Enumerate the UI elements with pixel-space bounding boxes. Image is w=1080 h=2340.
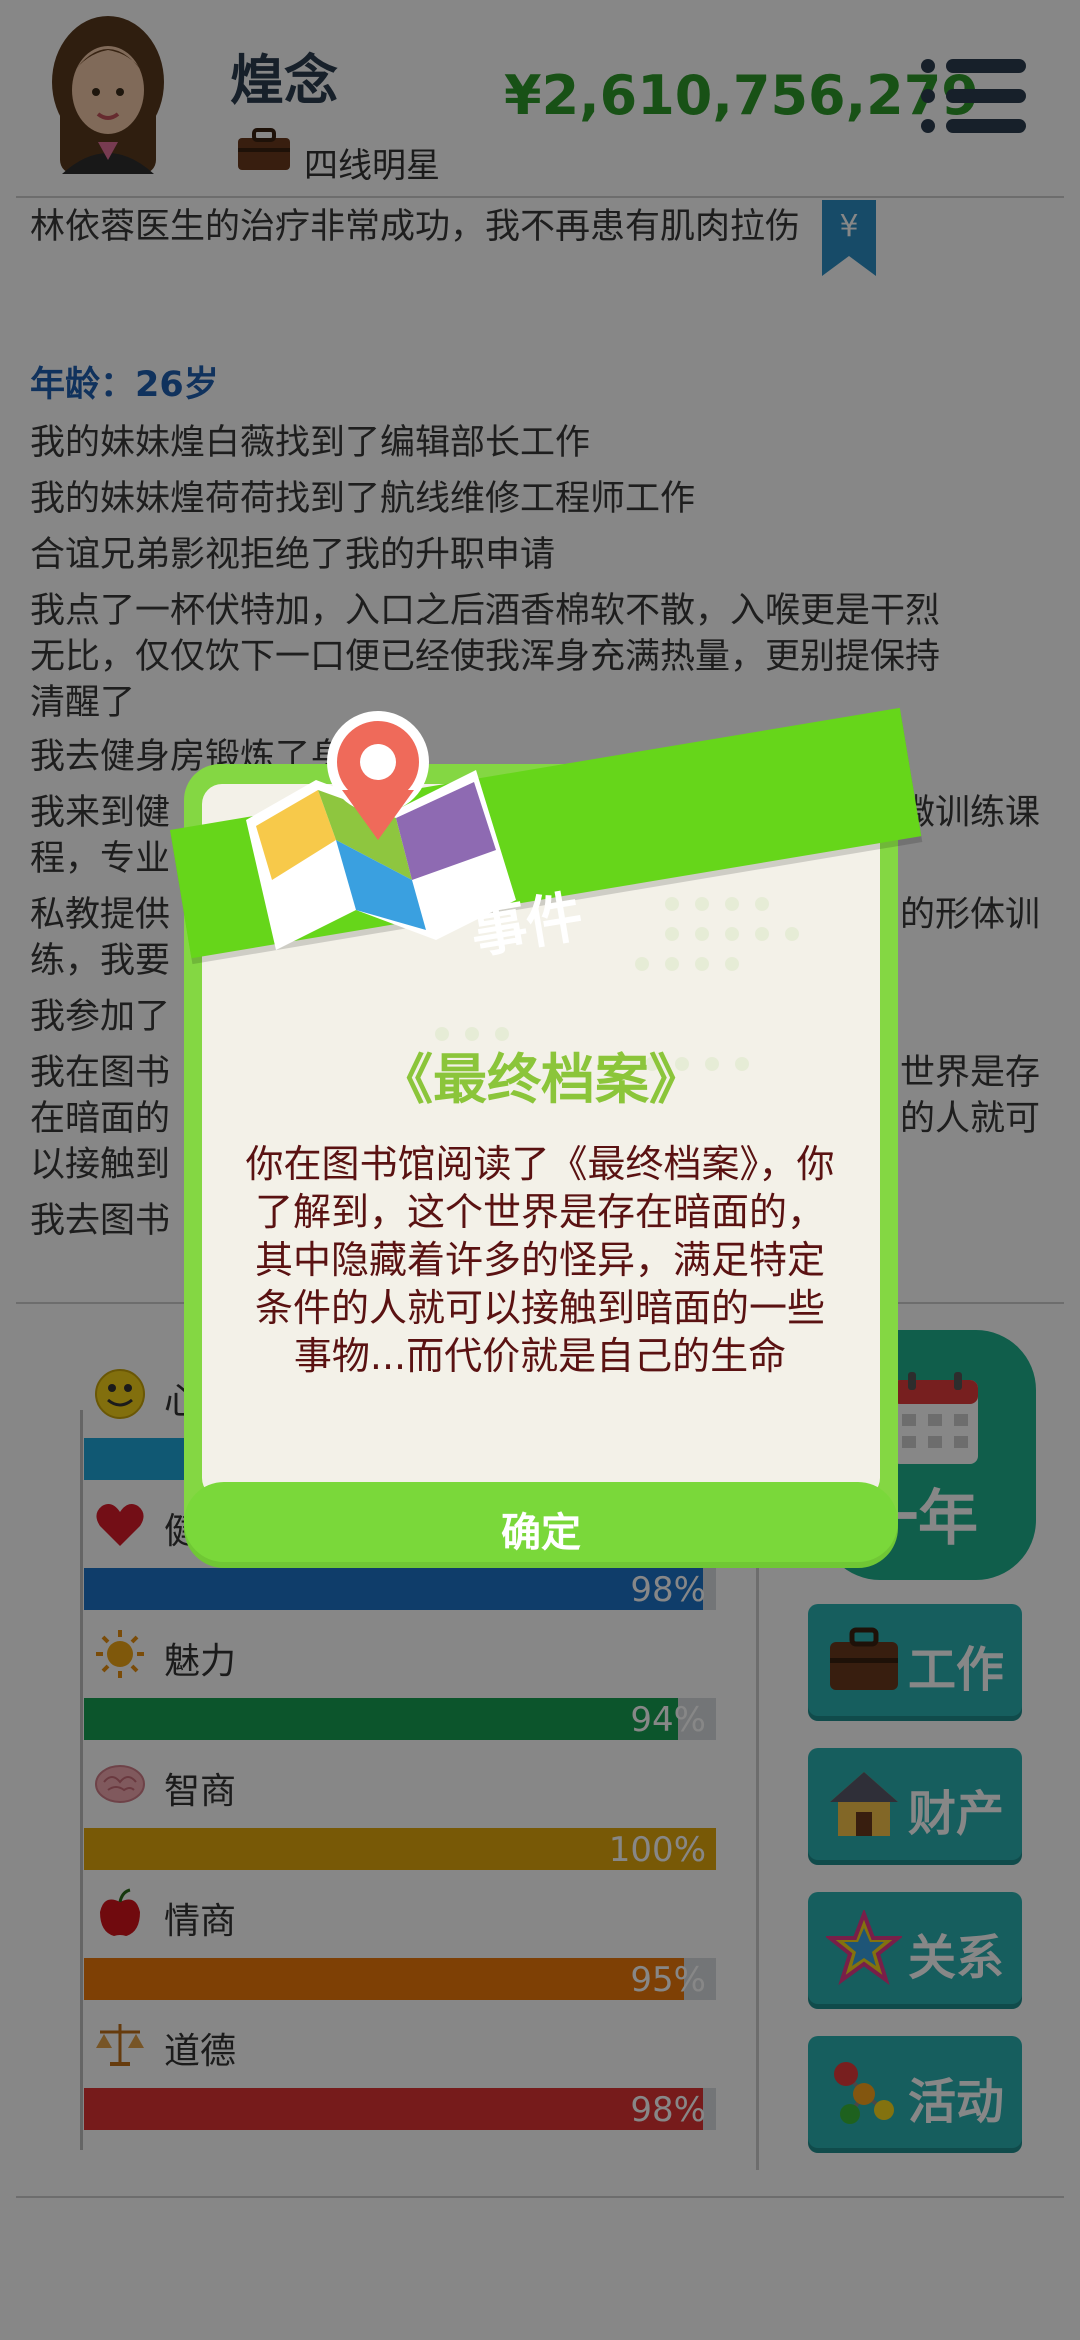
page: 煌念 四线明星 ¥2,610,756,279 林依蓉医生的治疗非常成功，我不再患… [0, 0, 1080, 2340]
dialog-body: 你在图书馆阅读了《最终档案》，你了解到，这个世界是存在暗面的，其中隐藏着许多的怪… [245, 1142, 835, 1378]
dialog-title: 《最终档案》 [379, 1048, 703, 1111]
confirm-label: 确定 [501, 1510, 581, 1556]
confirm-button[interactable]: 确定 [184, 1482, 898, 1568]
